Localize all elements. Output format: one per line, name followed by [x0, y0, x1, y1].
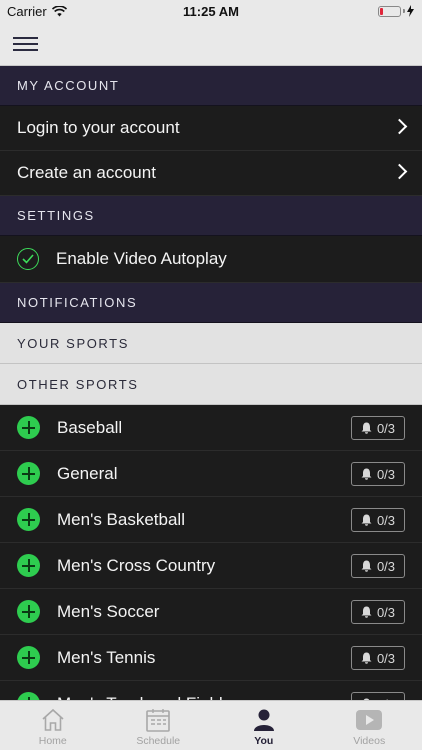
- add-circle-icon[interactable]: [17, 508, 40, 531]
- autoplay-label: Enable Video Autoplay: [56, 249, 227, 268]
- create-account-label: Create an account: [17, 163, 156, 182]
- sport-row[interactable]: Men's Track and Field0/3: [0, 681, 422, 700]
- bell-icon: [361, 560, 372, 572]
- tab-videos[interactable]: Videos: [317, 701, 422, 750]
- section-notifications: NOTIFICATIONS: [0, 283, 422, 323]
- add-circle-icon[interactable]: [17, 600, 40, 623]
- settings-list[interactable]: MY ACCOUNT Login to your account Create …: [0, 66, 422, 700]
- battery-indicator: [378, 5, 414, 17]
- sports-list: Baseball 0/3 General 0/3 Men's Basketball 0/3…: [0, 405, 422, 700]
- login-row[interactable]: Login to your account: [0, 106, 422, 151]
- notification-count-badge[interactable]: 0/3: [351, 508, 405, 532]
- bell-icon: [361, 652, 372, 664]
- add-circle-icon[interactable]: [17, 692, 40, 700]
- status-bar: Carrier 11:25 AM: [0, 0, 422, 22]
- tab-schedule[interactable]: Schedule: [106, 701, 212, 750]
- notification-count: 0/3: [376, 512, 396, 528]
- add-circle-icon[interactable]: [17, 554, 40, 577]
- chevron-right-icon: [391, 118, 408, 135]
- section-settings: SETTINGS: [0, 196, 422, 236]
- bell-icon: [361, 422, 372, 434]
- notification-count: 0/3: [376, 650, 396, 666]
- tab-home[interactable]: Home: [0, 701, 106, 750]
- person-icon: [253, 709, 274, 731]
- section-my-account: MY ACCOUNT: [0, 66, 422, 106]
- add-circle-icon[interactable]: [17, 646, 40, 669]
- tab-bar: Home Schedule You Videos: [0, 700, 422, 750]
- section-other-sports: OTHER SPORTS: [0, 364, 422, 405]
- bell-icon: [361, 606, 372, 618]
- tab-home-label: Home: [38, 735, 67, 747]
- sport-name: Men's Basketball: [57, 509, 185, 529]
- tab-schedule-label: Schedule: [136, 735, 181, 747]
- tab-you-label: You: [254, 735, 274, 747]
- sport-name: Men's Tennis: [57, 647, 156, 667]
- bell-icon: [361, 468, 372, 480]
- notification-count: 0/3: [376, 466, 396, 482]
- bell-icon: [361, 514, 372, 526]
- tab-you[interactable]: You: [211, 701, 317, 750]
- sport-row[interactable]: Men's Cross Country 0/3: [0, 543, 422, 589]
- notification-count-badge[interactable]: 0/3: [351, 462, 405, 486]
- notification-count: 0/3: [376, 558, 396, 574]
- home-icon: [42, 708, 64, 731]
- chevron-right-icon: [391, 163, 408, 180]
- notification-count-badge[interactable]: 0/3: [351, 416, 405, 440]
- sport-row[interactable]: General 0/3: [0, 451, 422, 497]
- sport-name: Men's Soccer: [57, 601, 160, 621]
- sport-name: Baseball: [57, 417, 123, 437]
- create-account-row[interactable]: Create an account: [0, 151, 422, 196]
- login-label: Login to your account: [17, 118, 180, 137]
- tab-videos-label: Videos: [353, 735, 386, 747]
- sport-name: Men's Cross Country: [57, 555, 216, 575]
- section-your-sports: YOUR SPORTS: [0, 323, 422, 364]
- notification-count-badge[interactable]: 0/3: [351, 692, 405, 700]
- notification-count-badge[interactable]: 0/3: [351, 600, 405, 624]
- sport-row[interactable]: Men's Tennis 0/3: [0, 635, 422, 681]
- sport-row[interactable]: Men's Soccer 0/3: [0, 589, 422, 635]
- charging-bolt-icon: [407, 5, 414, 17]
- sport-name: General: [57, 463, 118, 483]
- calendar-icon: [146, 709, 171, 732]
- notification-count: 0/3: [376, 420, 396, 436]
- status-time: 11:25 AM: [183, 4, 239, 19]
- notification-count-badge[interactable]: 0/3: [351, 646, 405, 670]
- autoplay-row[interactable]: Enable Video Autoplay: [0, 236, 422, 283]
- notification-count-badge[interactable]: 0/3: [351, 554, 405, 578]
- battery-icon: [378, 5, 401, 17]
- notification-count: 0/3: [376, 604, 396, 620]
- sport-row[interactable]: Baseball 0/3: [0, 405, 422, 451]
- play-icon: [356, 710, 383, 730]
- add-circle-icon[interactable]: [17, 462, 40, 485]
- sport-row[interactable]: Men's Basketball 0/3: [0, 497, 422, 543]
- add-circle-icon[interactable]: [17, 416, 40, 439]
- nav-bar: [0, 22, 422, 66]
- checkmark-icon[interactable]: [17, 248, 39, 270]
- menu-icon[interactable]: [13, 35, 38, 53]
